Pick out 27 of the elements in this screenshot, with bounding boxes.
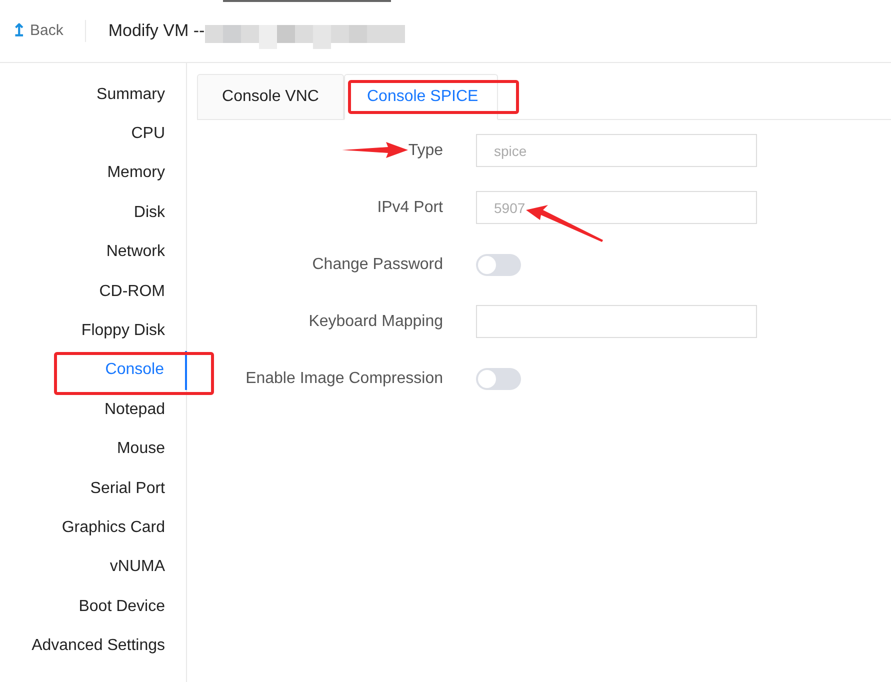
input-field[interactable] [476,305,757,338]
sidebar-item[interactable]: Graphics Card [62,516,186,540]
sidebar-item[interactable]: Boot Device [78,594,186,619]
field-label: Change Password [312,254,443,274]
sidebar-item[interactable]: CD-ROM [99,280,186,304]
back-arrow-icon: ↥ [12,18,26,44]
sidebar-item[interactable]: Floppy Disk [81,319,186,344]
sidebar-item[interactable]: Summary [96,82,186,107]
tab[interactable]: Console VNC [197,74,344,120]
back-button[interactable]: ↥ Back [12,18,64,44]
sidebar-item[interactable]: Memory [107,161,186,186]
field-label: Type [408,140,443,160]
sidebar-item[interactable]: CPU [131,122,186,146]
page-title: Modify VM -- [108,20,205,42]
sidebar-item[interactable]: vNUMA [110,555,186,580]
toggle-switch[interactable] [476,254,521,276]
field-label: Enable Image Compression [246,368,443,388]
sidebar-item[interactable]: Notepad [104,398,186,422]
sidebar-item[interactable]: Disk [134,200,186,225]
sidebar-item[interactable]: Network [106,240,186,264]
sidebar-item[interactable]: Advanced Settings [32,634,186,658]
sidebar-item[interactable]: Mouse [116,437,186,462]
sidebar-item[interactable]: Serial Port [90,476,186,501]
field-label: IPv4 Port [377,198,443,218]
sidebar-item[interactable]: Console [105,358,185,382]
toggle-switch[interactable] [476,368,521,390]
field-label: Keyboard Mapping [308,312,443,332]
